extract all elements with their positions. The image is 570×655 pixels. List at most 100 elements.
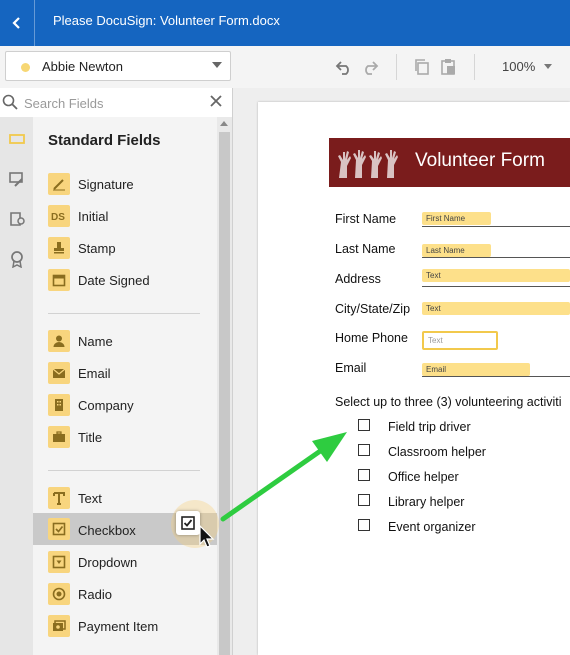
zoom-level[interactable]: 100% [502,59,535,74]
payment-icon [48,615,70,637]
field-label: Name [78,334,113,349]
first-name-field-tag[interactable]: First Name [422,212,491,225]
activity-label: Classroom helper [388,445,486,459]
chevron-down-icon [212,62,222,68]
activity-label: Field trip driver [388,420,471,434]
envelope-icon [48,362,70,384]
activity-checkbox[interactable] [358,494,370,506]
activity-checkbox[interactable] [358,419,370,431]
field-label: Payment Item [78,619,159,634]
toolbar-divider [474,54,475,80]
field-label: Checkbox [78,523,136,538]
radio-icon [48,583,70,605]
field-email[interactable]: Email [33,358,217,390]
field-label: Text [78,491,102,506]
field-label: Date Signed [78,273,150,288]
city-field-tag[interactable]: Text [422,302,570,315]
activity-checkbox[interactable] [358,444,370,456]
paste-icon[interactable] [439,58,457,76]
home-phone-field-tag[interactable]: Text [422,331,498,350]
field-company[interactable]: Company [33,390,217,422]
input-underline [422,257,570,258]
field-rectangle-icon [8,134,25,144]
form-label-last-name: Last Name [335,242,396,256]
activities-prompt: Select up to three (3) volunteering acti… [335,395,562,409]
form-banner: Volunteer Form [329,138,570,187]
dragged-checkbox-chip[interactable] [176,511,200,535]
person-icon [48,330,70,352]
form-label-address: Address [335,272,381,286]
field-signature[interactable]: Signature [33,169,217,201]
field-radio[interactable]: Radio [33,579,217,611]
panel-scrollbar[interactable] [217,117,232,655]
id-badge-icon [9,212,25,226]
input-underline [422,226,570,227]
text-icon [48,487,70,509]
field-label: Email [78,366,111,381]
toolbar: Abbie Newton 100% [0,46,570,89]
recipient-select[interactable]: Abbie Newton [5,51,231,81]
activity-checkbox[interactable] [358,469,370,481]
field-stamp[interactable]: Stamp [33,233,217,265]
wrench-icon [8,172,23,187]
recipient-color-dot [21,63,30,72]
field-date-signed[interactable]: Date Signed [33,265,217,297]
copy-icon[interactable] [413,58,431,76]
panel-heading: Standard Fields [48,132,161,149]
rail-custom-fields[interactable] [0,161,33,197]
back-button[interactable] [0,0,35,46]
form-label-home-phone: Home Phone [335,331,408,345]
pen-icon [48,173,70,195]
svg-text:DS: DS [51,212,65,223]
chevron-left-icon [12,17,20,29]
scrollbar-thumb[interactable] [219,132,230,655]
dropdown-icon [48,551,70,573]
form-label-city-state-zip: City/State/Zip [335,302,411,316]
top-bar: Please DocuSign: Volunteer Form.docx [0,0,570,46]
activity-label: Office helper [388,470,459,484]
redo-icon[interactable] [361,58,379,76]
address-field-tag[interactable]: Text [422,269,570,282]
form-label-first-name: First Name [335,212,397,226]
search-bar [0,88,232,118]
stamp-icon [48,237,70,259]
activity-label: Library helper [388,495,465,509]
building-icon [48,394,70,416]
standard-fields-panel: Standard Fields Signature DS Initial Sta… [33,117,217,655]
checkbox-icon [48,518,70,540]
briefcase-icon [48,426,70,448]
field-label: Company [78,398,134,413]
undo-icon[interactable] [335,58,353,76]
field-title[interactable]: Title [33,422,217,454]
recipient-name: Abbie Newton [42,59,123,74]
checkbox-icon [181,516,195,530]
ribbon-icon [10,251,23,268]
close-icon[interactable] [209,94,223,108]
field-label: Dropdown [78,555,138,570]
field-dropdown[interactable]: Dropdown [33,547,217,579]
scroll-up-icon[interactable] [220,121,228,126]
field-name[interactable]: Name [33,326,217,358]
activity-checkbox[interactable] [358,519,370,531]
last-name-field-tag[interactable]: Last Name [422,244,491,257]
search-icon [2,94,18,110]
rail-standard-fields[interactable] [0,121,33,157]
email-field-tag[interactable]: Email [422,363,530,376]
chevron-down-icon[interactable] [544,64,552,69]
form-label-email: Email [335,361,367,375]
input-underline [422,286,570,287]
field-initial[interactable]: DS Initial [33,201,217,233]
rail-identity-fields[interactable] [0,201,33,237]
group-divider [48,470,200,471]
form-title: Volunteer Form [415,150,545,171]
field-label: Signature [78,177,134,192]
calendar-icon [48,269,70,291]
rail-badge-fields[interactable] [0,241,33,277]
field-payment-item[interactable]: Payment Item [33,611,217,643]
field-label: Radio [78,587,112,602]
mouse-cursor-icon [199,525,215,548]
input-underline [422,376,570,377]
initials-icon: DS [48,205,70,227]
search-input[interactable] [22,93,206,113]
field-label: Initial [78,209,109,224]
